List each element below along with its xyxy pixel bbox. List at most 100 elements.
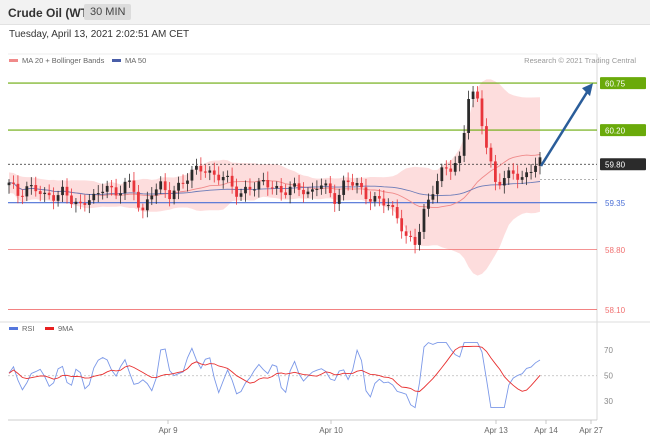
projection-arrow-line xyxy=(539,88,591,167)
candle-body xyxy=(413,236,417,245)
candle-body xyxy=(489,147,493,162)
x-tick-label: Apr 13 xyxy=(484,426,508,435)
candle-body xyxy=(52,195,56,201)
candle-body xyxy=(203,171,207,173)
candle-body xyxy=(123,181,127,194)
candle-body xyxy=(440,167,444,182)
candle-body xyxy=(119,193,122,196)
candle-body xyxy=(114,187,118,196)
candle-body xyxy=(87,200,91,205)
candle-body xyxy=(462,132,466,156)
candle-body xyxy=(12,182,15,184)
candle-body xyxy=(235,186,238,197)
candle-body xyxy=(74,201,78,205)
candle-body xyxy=(342,180,346,195)
x-tick-label: Apr 27 xyxy=(579,426,603,435)
candle-body xyxy=(56,195,60,201)
candle-body xyxy=(431,194,435,200)
candle-body xyxy=(261,180,265,182)
candle-body xyxy=(409,235,412,237)
candle-body xyxy=(324,183,328,186)
price-level-label-58.10: 58.10 xyxy=(605,306,626,315)
candle-body xyxy=(190,169,194,181)
candle-body xyxy=(458,155,462,163)
rsi-legend-swatch xyxy=(9,327,18,330)
candle-body xyxy=(418,231,421,245)
candle-body xyxy=(311,189,314,192)
candle-body xyxy=(16,183,20,196)
candle-body xyxy=(315,188,319,190)
candle-body xyxy=(34,185,38,192)
candle-body xyxy=(221,177,225,181)
candle-body xyxy=(101,191,105,194)
candle-body xyxy=(230,175,234,187)
candle-body xyxy=(386,205,390,207)
candle-body xyxy=(132,180,136,192)
candle-body xyxy=(38,191,42,195)
candle-body xyxy=(529,171,533,173)
candle-body xyxy=(186,180,189,184)
candle-body xyxy=(471,91,475,100)
price-level-label-60.20: 60.20 xyxy=(605,127,626,136)
candle-body xyxy=(208,170,212,173)
candle-body xyxy=(297,183,301,190)
candle-body xyxy=(302,189,305,195)
candle-body xyxy=(163,181,167,191)
price-level-label-59.35: 59.35 xyxy=(605,199,626,208)
candle-body xyxy=(395,207,399,219)
candle-body xyxy=(346,180,350,183)
candle-body xyxy=(96,193,100,195)
candle-body xyxy=(355,183,359,186)
candle-body xyxy=(435,181,439,195)
candle-body xyxy=(319,185,323,189)
candle-body xyxy=(159,181,163,190)
candle-body xyxy=(422,208,426,232)
candle-body xyxy=(154,189,158,196)
candle-body xyxy=(382,198,386,206)
candle-body xyxy=(217,174,221,181)
candle-body xyxy=(377,196,381,199)
candle-body xyxy=(449,168,453,172)
x-tick-label: Apr 9 xyxy=(158,426,178,435)
candle-body xyxy=(266,180,270,188)
candle-body xyxy=(105,185,109,192)
projection-arrow-head xyxy=(582,83,593,97)
candle-body xyxy=(128,180,131,182)
candle-body xyxy=(511,170,515,174)
candle-body xyxy=(293,183,296,187)
price-level-label-58.80: 58.80 xyxy=(605,246,626,255)
candle-body xyxy=(25,186,29,197)
candle-body xyxy=(137,191,140,208)
candle-body xyxy=(400,218,404,232)
candle-body xyxy=(65,186,69,196)
chart-widget: Crude Oil (WTI) 30 MIN Tuesday, April 13… xyxy=(0,0,650,440)
candle-body xyxy=(239,193,243,197)
candle-body xyxy=(253,189,256,191)
candle-body xyxy=(391,205,395,208)
candle-body xyxy=(199,165,203,172)
candle-body xyxy=(525,172,528,178)
candle-body xyxy=(284,192,288,196)
candle-body xyxy=(444,167,448,169)
candle-body xyxy=(498,181,502,186)
candle-body xyxy=(369,199,372,202)
candle-body xyxy=(168,190,172,200)
candle-body xyxy=(79,201,82,204)
candle-body xyxy=(7,182,11,186)
candle-body xyxy=(257,181,261,190)
candle-body xyxy=(476,91,479,99)
candle-body xyxy=(493,161,497,182)
candle-body xyxy=(61,186,64,196)
candle-body xyxy=(181,182,185,184)
candle-body xyxy=(427,199,430,209)
candle-body xyxy=(520,177,524,180)
candle-body xyxy=(288,186,292,196)
candle-body xyxy=(212,170,216,175)
candle-body xyxy=(226,175,230,178)
x-tick-label: Apr 10 xyxy=(319,426,343,435)
candle-body xyxy=(70,195,73,205)
candle-body xyxy=(364,187,368,200)
x-tick-label: Apr 14 xyxy=(534,426,558,435)
candle-body xyxy=(110,185,114,188)
candle-body xyxy=(92,193,96,201)
